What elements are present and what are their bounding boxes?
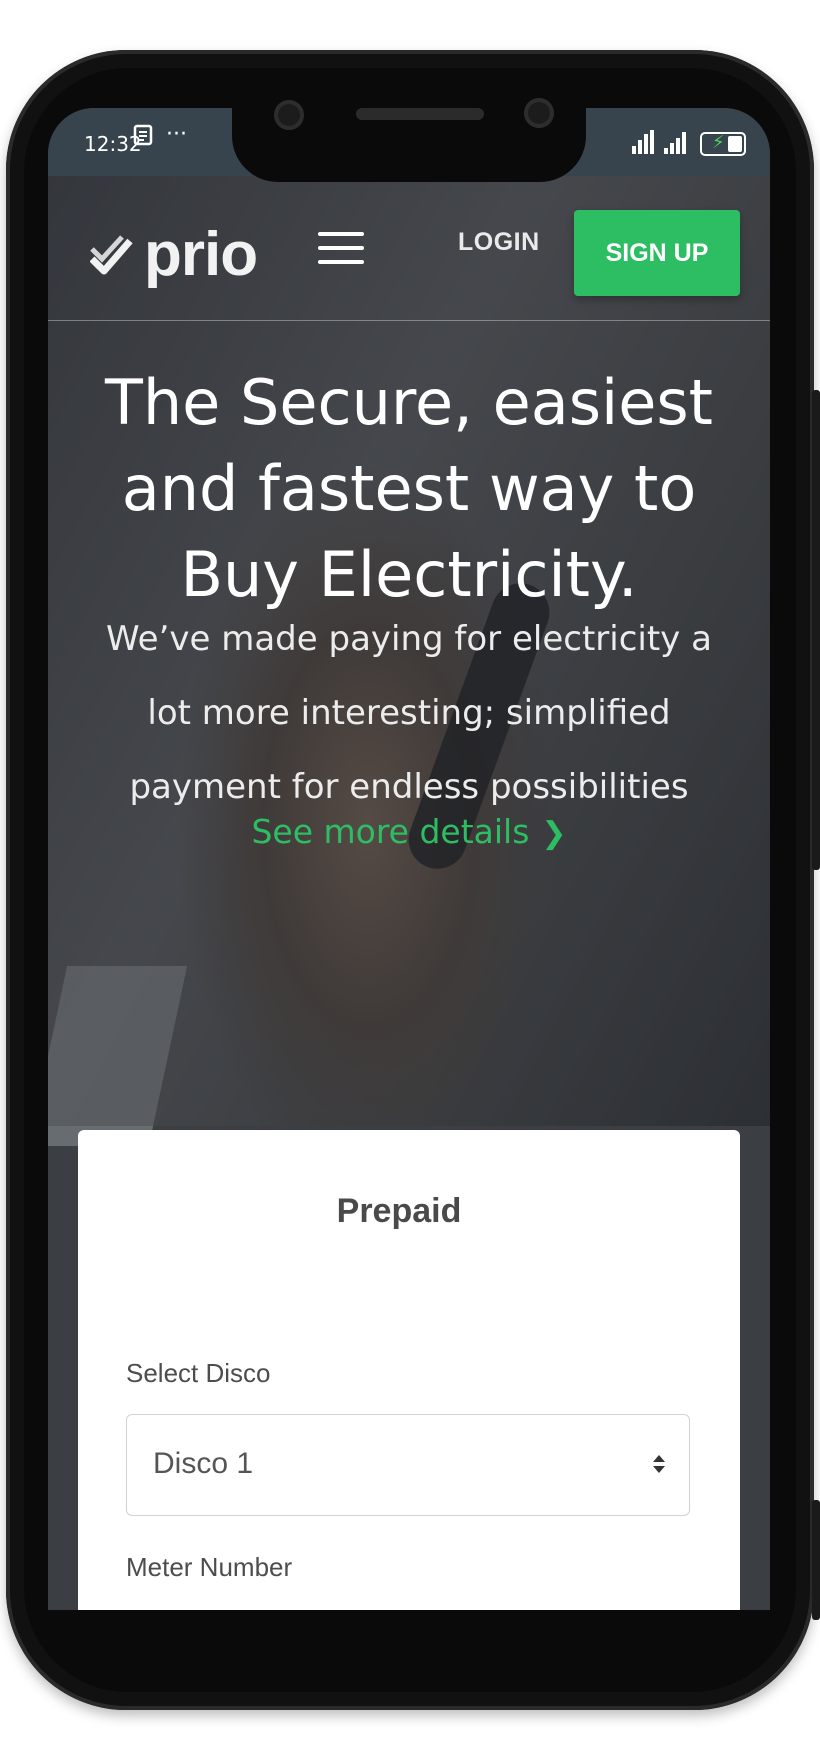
power-button — [812, 390, 820, 870]
see-more-label: See more details — [251, 812, 530, 851]
front-camera — [274, 100, 304, 130]
meter-label: Meter Number — [126, 1552, 293, 1582]
phone-chin — [48, 1610, 770, 1640]
form-title: Prepaid — [336, 1192, 462, 1230]
chevron-right-icon: ❯ — [541, 816, 567, 851]
top-navbar: prio LOGIN SIGN UP — [48, 176, 770, 321]
signup-button[interactable]: SIGN UP — [574, 210, 740, 296]
logo-text: prio — [144, 220, 258, 289]
select-arrows-icon — [653, 1455, 665, 1473]
disco-select[interactable]: Disco 1 — [126, 1414, 690, 1516]
signal-icon-secondary — [664, 128, 686, 154]
menu-icon[interactable] — [318, 232, 364, 266]
hero-headline: The Secure, easiest and fastest way to B… — [104, 366, 713, 611]
brand-logo[interactable]: prio — [90, 220, 258, 290]
signal-icon — [632, 128, 654, 154]
disco-select-value: Disco 1 — [153, 1447, 254, 1480]
login-link[interactable]: LOGIN — [458, 228, 540, 257]
more-notifications-icon: ··· — [166, 122, 187, 147]
logo-check-icon — [90, 235, 133, 275]
screen: prio LOGIN SIGN UP The Secure, easiest a… — [48, 108, 770, 1610]
hero-section: prio LOGIN SIGN UP The Secure, easiest a… — [48, 176, 770, 1146]
front-camera-secondary — [524, 98, 554, 128]
volume-button — [812, 1500, 820, 1620]
prepaid-form-card: Prepaid Select Disco Disco 1 Meter Numbe… — [78, 1130, 740, 1610]
battery-icon: ⚡ — [700, 132, 746, 156]
hero-subtext: We’ve made paying for electricity a lot … — [106, 619, 712, 807]
document-notification-icon — [133, 124, 153, 146]
see-more-link[interactable]: See more details ❯ — [48, 812, 770, 851]
earpiece-speaker — [356, 108, 484, 120]
disco-label: Select Disco — [126, 1358, 271, 1388]
